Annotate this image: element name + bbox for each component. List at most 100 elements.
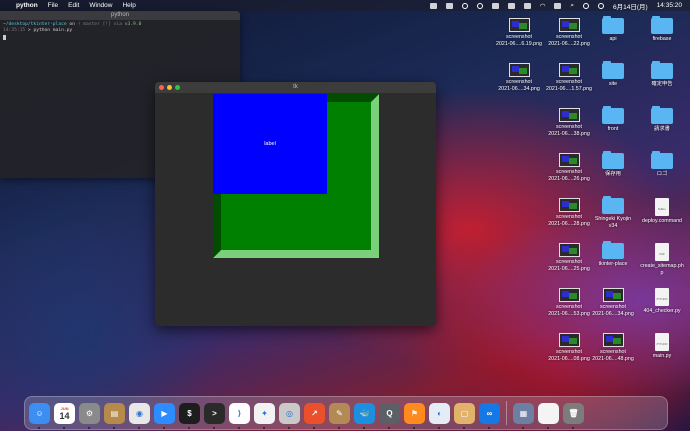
desktop-icon-doc[interactable]: SHELL deploy.command [632,198,690,225]
dock-safari-icon[interactable]: ✦ [254,402,275,429]
screenshot-thumbnail-icon [558,333,580,347]
running-indicator [438,426,440,429]
menu-edit[interactable]: Edit [68,2,79,9]
dropbox-icon[interactable] [491,2,499,9]
dock-glyph: ▶ [161,408,168,418]
dock-system-preferences-icon[interactable]: ⚙ [79,402,100,429]
desktop-icon-label: create_sitemap.ph p [632,263,690,276]
battery-icon[interactable] [554,2,562,9]
dock-glyph: > [212,408,217,418]
document-icon: PYTHON [655,288,669,306]
dock-glyph: ∞ [486,408,493,418]
terminal-body[interactable]: ~/desktop/tkinter-place on ᚼ master [!] … [0,20,240,44]
dock-terminal-icon[interactable]: > [204,402,225,429]
dock-chrome-icon[interactable]: ◉ [129,402,150,429]
dock-glyph: ◎ [286,408,293,418]
dock-iterm-icon[interactable]: $ [179,402,200,429]
desktop-icon-label: deploy.command [632,218,690,225]
calendar-day: 14 [59,410,70,421]
dock-sourcetree-icon[interactable]: ⚑ [404,402,425,429]
tk-title-bar[interactable]: tk [155,82,436,93]
dock-activity-monitor-icon[interactable]: ↗ [304,402,325,429]
dock-glyph: ▤ [110,408,119,418]
status-app-icon[interactable] [429,2,437,9]
screenshot-thumbnail-icon [508,63,530,77]
control-center-icon[interactable] [583,2,589,9]
dock-separator [506,401,507,425]
search-icon[interactable]: ⌕ [570,2,574,10]
dock-glyph: ◉ [136,408,143,418]
desktop-icon-label-line1: ロゴ [656,171,668,177]
desktop-icon-label: 確定申告 [632,81,690,88]
screenshot-thumbnail-icon [558,198,580,212]
menubar-date[interactable]: 6月14日(月) [613,1,648,11]
running-indicator [213,426,215,429]
zoom-button[interactable] [175,85,180,90]
desktop-icon-label-line1: 請求書 [654,126,670,132]
status-app-icon[interactable] [445,2,453,9]
running-indicator [363,426,365,429]
bluetooth-icon[interactable] [523,2,531,9]
menu-app-python[interactable]: python [16,2,38,9]
dock-document-stack-icon[interactable] [538,402,559,429]
desktop-icon-folder[interactable]: firebase [632,16,690,43]
screenshot-thumbnail-icon [558,108,580,122]
menu-window[interactable]: Window [89,2,112,9]
status-timer-icon[interactable] [461,2,468,9]
folder-icon [651,106,673,124]
siri-icon[interactable] [598,2,604,9]
dock-glyph: ⚑ [410,408,419,418]
menubar-status-area: ◠ ⌕ 6月14日(月) 14:35:20 [429,1,682,11]
prompt-branch: master [!] via [83,22,122,27]
prompt-path: ~/desktop/tkinter-place [3,22,67,27]
folder-icon [602,16,624,34]
running-indicator [38,426,40,429]
dock-downloads-stack-icon[interactable]: ▦ [513,402,534,429]
close-button[interactable] [159,85,164,90]
dock-mysql-workbench-icon[interactable]: ◐ [429,402,450,429]
dock-docker-icon[interactable]: 🐳 [354,402,375,429]
dock-text-editor-icon[interactable]: ✎ [329,402,350,429]
dock-zoom-icon[interactable]: ▶ [154,402,175,429]
menu-help[interactable]: Help [122,2,135,9]
screenshot-thumbnail-icon [558,153,580,167]
running-indicator [572,426,574,429]
desktop-icon-doc[interactable]: PYTHON 404_checker.py [632,288,690,315]
dock-glyph: ↗ [311,408,318,418]
screenshot-thumbnail-icon [558,18,580,32]
desktop-icon-folder[interactable]: ロゴ [632,151,690,178]
desktop-icon-doc[interactable]: PYTHON main.py [632,333,690,360]
desktop-icon-label-line1: 確定申告 [651,81,673,87]
wifi-icon[interactable]: ◠ [540,2,546,10]
dock-preview-icon[interactable]: ▢ [454,402,475,429]
menu-file[interactable]: File [48,2,58,9]
dock-finder-icon[interactable]: ☺ [29,402,50,429]
dock-archive-utility-icon[interactable]: ▤ [104,402,125,429]
running-indicator [263,426,265,429]
dock-sequel-pro-icon[interactable]: ◎ [279,402,300,429]
terminal-title: python [0,11,240,20]
dock-trash-icon[interactable]: 🗑 [563,402,584,429]
prompt-command: > python main.py [25,28,73,34]
folder-icon [651,151,673,169]
running-indicator [163,426,165,429]
desktop-icon-folder[interactable]: 請求書 [632,106,690,133]
dock-glyph: ✦ [261,408,268,418]
dock-quicktime-icon[interactable]: Q [379,402,400,429]
status-app-icon[interactable] [507,2,515,9]
dock-calendar-icon[interactable]: JUN 14 [54,402,75,429]
minimize-button[interactable] [167,85,172,90]
running-indicator [463,426,465,429]
running-indicator [413,426,415,429]
document-type-tag: PYTHON [656,298,668,301]
desktop-icon-folder[interactable]: 確定申告 [632,61,690,88]
dock-vscode-icon[interactable]: ⟩ [229,402,250,429]
dock-glyph: ⚙ [85,408,94,418]
menubar-time[interactable]: 14:35:20 [657,2,682,9]
dock-infinity-icon[interactable]: ∞ [479,402,500,429]
status-app-icon[interactable] [476,2,483,9]
dock-glyph: ▢ [460,408,469,418]
desktop-icon-doc[interactable]: PHP create_sitemap.ph p [632,243,690,276]
running-indicator [88,426,90,429]
terminal-cursor [3,34,6,40]
